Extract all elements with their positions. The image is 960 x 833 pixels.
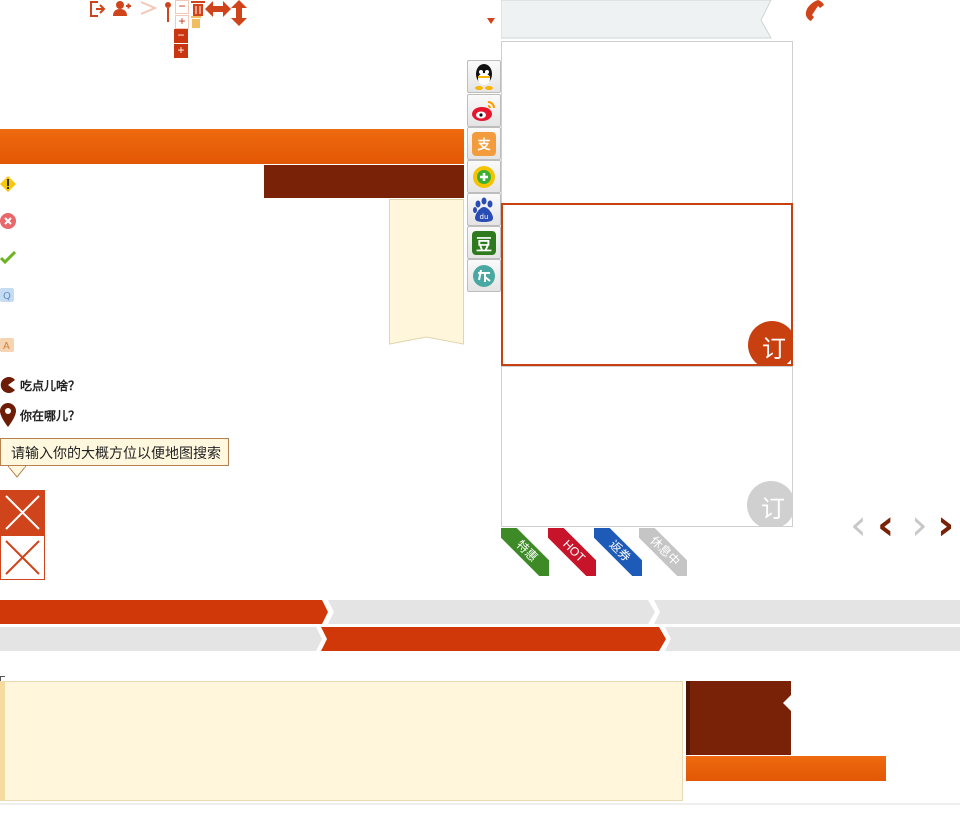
next-arrow-light-icon: › xyxy=(911,500,928,549)
douban-icon: 豆 xyxy=(472,230,496,255)
step-bar-2 xyxy=(0,627,960,651)
ribbon-special: 特惠 xyxy=(501,528,549,576)
restaurant-card-1[interactable] xyxy=(501,41,793,204)
dark-brown-block xyxy=(264,165,464,198)
zoom-out-button[interactable]: − xyxy=(174,29,188,43)
qq-share-button[interactable] xyxy=(467,60,501,93)
error-icon xyxy=(0,213,16,229)
kaixin-icon xyxy=(473,264,495,287)
360-icon xyxy=(473,165,495,188)
weibo-icon xyxy=(472,100,495,121)
orange-header-bar xyxy=(0,129,464,164)
step-1 xyxy=(0,627,322,651)
cream-panel xyxy=(0,681,683,801)
restaurant-card-3[interactable]: 订 xyxy=(501,366,793,527)
resize-horizontal-icon[interactable] xyxy=(205,0,231,18)
step-2 xyxy=(328,600,655,624)
weibo-share-button[interactable] xyxy=(467,94,501,127)
zoom-in-button[interactable]: + xyxy=(174,44,188,58)
ribbon-closed: 休息中 xyxy=(639,528,687,576)
order-badge-active[interactable]: 订 xyxy=(748,321,791,364)
zoom-in-small-button[interactable]: + xyxy=(175,15,189,29)
baidu-icon: du xyxy=(473,197,493,222)
svg-text:A: A xyxy=(3,341,10,352)
step-2-active xyxy=(321,627,666,651)
dark-tab-panel xyxy=(686,681,791,755)
warning-icon xyxy=(0,176,16,192)
prev-arrow-icon[interactable]: ‹ xyxy=(877,504,894,546)
cream-bookmark xyxy=(389,199,465,347)
close-button-outline[interactable] xyxy=(0,535,45,580)
logout-icon[interactable] xyxy=(88,0,106,18)
step-1-active xyxy=(0,600,328,624)
answer-icon: A xyxy=(0,338,14,352)
ribbon-coupon: 返券 xyxy=(594,528,642,576)
alipay-share-button[interactable]: 支 xyxy=(467,127,501,160)
ribbon-coupon-label: 返券 xyxy=(594,528,642,576)
step-bar-1 xyxy=(0,600,960,624)
prev-arrow-light-icon: ‹ xyxy=(850,500,867,549)
pacman-icon xyxy=(0,377,16,393)
dropdown-caret-icon[interactable] xyxy=(487,11,495,24)
douban-share-button[interactable]: 豆 xyxy=(467,226,501,259)
close-button-filled[interactable] xyxy=(0,490,45,535)
bottom-divider xyxy=(0,803,960,805)
svg-text:Q: Q xyxy=(3,291,11,302)
check-icon xyxy=(0,250,17,266)
where-question-label: 你在哪儿？ xyxy=(20,408,81,423)
svg-text:du: du xyxy=(480,213,489,221)
where-question: 你在哪儿？ xyxy=(0,403,80,427)
pin-icon[interactable] xyxy=(140,0,171,22)
phone-icon[interactable] xyxy=(803,0,825,24)
step-3 xyxy=(665,627,960,651)
eat-question-label: 吃点儿啥？ xyxy=(20,378,81,393)
eat-question: 吃点儿啥？ xyxy=(0,375,80,395)
location-pin-icon xyxy=(0,403,16,427)
orange-footer-bar xyxy=(686,756,886,781)
tip-pointer xyxy=(6,465,28,478)
restaurant-card-2-active[interactable]: 订 xyxy=(501,203,793,366)
question-icon: Q xyxy=(0,288,14,302)
ribbon-special-label: 特惠 xyxy=(501,528,549,576)
add-user-icon[interactable] xyxy=(113,0,131,18)
step-3 xyxy=(654,600,960,624)
top-banner-ribbon xyxy=(500,0,773,40)
resize-vertical-icon[interactable] xyxy=(230,0,248,26)
order-badge-disabled: 订 xyxy=(747,481,792,526)
kaixin-share-button[interactable] xyxy=(467,259,501,292)
trash-light-icon xyxy=(190,15,202,28)
qq-icon xyxy=(475,63,493,90)
alipay-icon: 支 xyxy=(472,131,496,156)
ribbon-hot: HOT xyxy=(548,528,596,576)
next-arrow-icon[interactable]: › xyxy=(937,504,954,546)
360-share-button[interactable] xyxy=(467,160,501,193)
location-tip: 请输入你的大概方位以便地图搜索 xyxy=(0,438,229,466)
baidu-share-button[interactable]: du xyxy=(467,193,501,226)
ribbon-closed-label: 休息中 xyxy=(639,528,687,576)
zoom-out-small-button[interactable]: − xyxy=(175,0,189,14)
ribbon-hot-label: HOT xyxy=(548,528,596,576)
